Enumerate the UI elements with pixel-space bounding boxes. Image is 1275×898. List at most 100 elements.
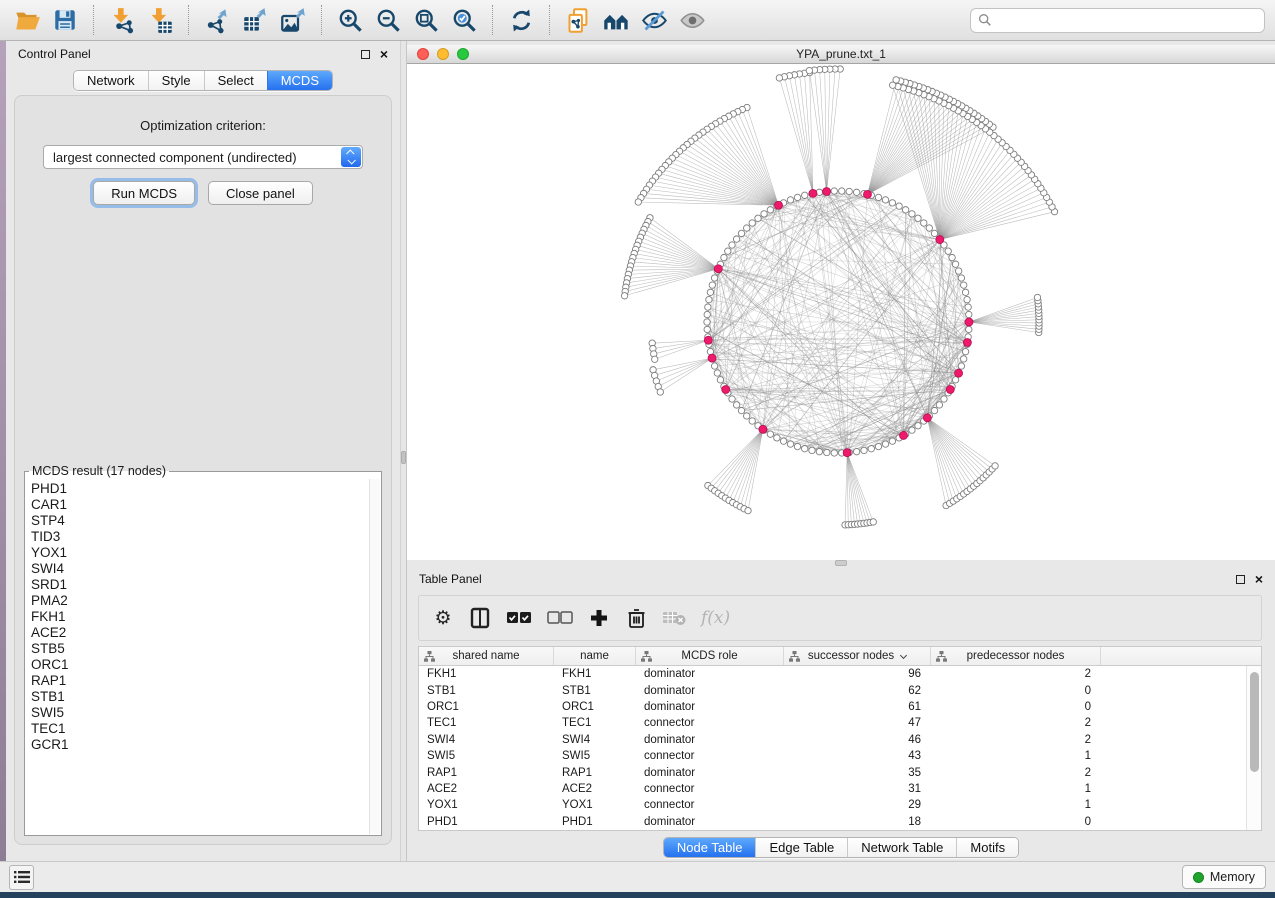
dominator-node[interactable] (843, 449, 851, 457)
ring-node[interactable] (853, 189, 859, 195)
column-header-mcds-role[interactable]: MCDS role (636, 647, 784, 665)
ring-node[interactable] (704, 319, 710, 325)
dominator-node[interactable] (775, 201, 783, 209)
column-header-predecessor-nodes[interactable]: predecessor nodes (931, 647, 1101, 665)
ring-node[interactable] (801, 192, 807, 198)
tab-network[interactable]: Network (74, 71, 148, 90)
task-history-button[interactable] (9, 865, 34, 890)
ring-node[interactable] (958, 363, 964, 369)
dominator-node[interactable] (823, 187, 831, 195)
ring-node[interactable] (755, 215, 761, 221)
dominator-node[interactable] (704, 336, 712, 344)
run-mcds-button[interactable]: Run MCDS (93, 181, 195, 205)
close-panel-button[interactable]: Close panel (208, 181, 313, 205)
ring-node[interactable] (704, 326, 710, 332)
leaf-node[interactable] (652, 356, 658, 362)
zoom-out-icon[interactable] (371, 3, 405, 37)
ring-node[interactable] (853, 448, 859, 454)
ring-node[interactable] (749, 220, 755, 226)
mcds-node-item[interactable]: GCR1 (31, 737, 381, 753)
ring-node[interactable] (945, 248, 951, 254)
show-all-icon[interactable] (675, 3, 709, 37)
search-input[interactable] (997, 13, 1257, 27)
ring-node[interactable] (733, 402, 739, 408)
dominator-node[interactable] (955, 369, 963, 377)
zoom-fit-icon[interactable] (409, 3, 443, 37)
table-settings-icon[interactable]: ⚙ (432, 606, 454, 630)
ring-node[interactable] (780, 438, 786, 444)
ring-node[interactable] (714, 370, 720, 376)
ring-node[interactable] (964, 296, 970, 302)
leaf-node[interactable] (776, 75, 782, 81)
ring-node[interactable] (809, 447, 815, 453)
dominator-node[interactable] (946, 385, 954, 393)
table-row[interactable]: RAP1RAP1dominator352 (419, 764, 1261, 780)
table-row[interactable]: SWI4SWI4dominator462 (419, 732, 1261, 748)
delete-table-icon[interactable] (662, 606, 686, 630)
leaf-node[interactable] (870, 519, 876, 525)
zoom-selected-icon[interactable] (447, 3, 481, 37)
table-scrollbar-thumb[interactable] (1250, 672, 1259, 772)
open-file-icon[interactable] (10, 3, 44, 37)
leaf-node[interactable] (635, 199, 641, 205)
ring-node[interactable] (831, 450, 837, 456)
ring-node[interactable] (931, 407, 937, 413)
mcds-node-item[interactable]: TID3 (31, 529, 381, 545)
ring-node[interactable] (941, 396, 947, 402)
ring-node[interactable] (966, 326, 972, 332)
close-table-panel-icon[interactable]: × (1255, 574, 1263, 584)
ring-node[interactable] (861, 447, 867, 453)
mcds-node-item[interactable]: PMA2 (31, 593, 381, 609)
mcds-node-item[interactable]: RAP1 (31, 673, 381, 689)
ring-node[interactable] (839, 188, 845, 194)
mcds-node-item[interactable]: FKH1 (31, 609, 381, 625)
save-icon[interactable] (48, 3, 82, 37)
splitter-handle[interactable] (401, 451, 406, 464)
mcds-node-item[interactable]: STB1 (31, 689, 381, 705)
memory-button[interactable]: Memory (1182, 865, 1266, 889)
ring-node[interactable] (738, 407, 744, 413)
import-table-icon[interactable] (143, 3, 177, 37)
ring-node[interactable] (729, 396, 735, 402)
leaf-node[interactable] (745, 507, 751, 513)
ring-node[interactable] (889, 438, 895, 444)
table-tab-node-table[interactable]: Node Table (664, 838, 756, 857)
mcds-node-item[interactable]: ORC1 (31, 657, 381, 673)
ring-node[interactable] (952, 261, 958, 267)
ring-node[interactable] (949, 254, 955, 260)
ring-node[interactable] (704, 311, 710, 317)
float-table-panel-icon[interactable] (1236, 575, 1245, 584)
ring-node[interactable] (902, 207, 908, 213)
ring-node[interactable] (794, 194, 800, 200)
mcds-node-item[interactable]: SWI4 (31, 561, 381, 577)
ring-node[interactable] (958, 275, 964, 281)
dominator-node[interactable] (714, 265, 722, 273)
clone-network-icon[interactable] (561, 3, 595, 37)
dominator-node[interactable] (936, 236, 944, 244)
ring-node[interactable] (831, 188, 837, 194)
ring-node[interactable] (738, 230, 744, 236)
vertical-splitter[interactable] (400, 41, 407, 861)
ring-node[interactable] (725, 248, 731, 254)
network-graph[interactable] (407, 64, 1275, 560)
ring-node[interactable] (744, 413, 750, 419)
ring-node[interactable] (706, 296, 712, 302)
ring-node[interactable] (960, 356, 966, 362)
mcds-node-item[interactable]: ACE2 (31, 625, 381, 641)
ring-node[interactable] (965, 304, 971, 310)
ring-node[interactable] (801, 445, 807, 451)
leaf-node[interactable] (992, 463, 998, 469)
table-tab-motifs[interactable]: Motifs (956, 838, 1018, 857)
table-tab-network-table[interactable]: Network Table (847, 838, 956, 857)
table-row[interactable]: PHD1PHD1dominator180 (419, 814, 1261, 830)
mcds-node-item[interactable]: PHD1 (31, 481, 381, 497)
table-row[interactable]: STB1STB1dominator620 (419, 682, 1261, 698)
ring-node[interactable] (744, 225, 750, 231)
dominator-node[interactable] (708, 354, 716, 362)
ring-node[interactable] (794, 443, 800, 449)
ring-node[interactable] (915, 423, 921, 429)
ring-node[interactable] (882, 197, 888, 203)
ring-node[interactable] (962, 348, 968, 354)
ring-node[interactable] (761, 211, 767, 217)
ring-node[interactable] (936, 402, 942, 408)
